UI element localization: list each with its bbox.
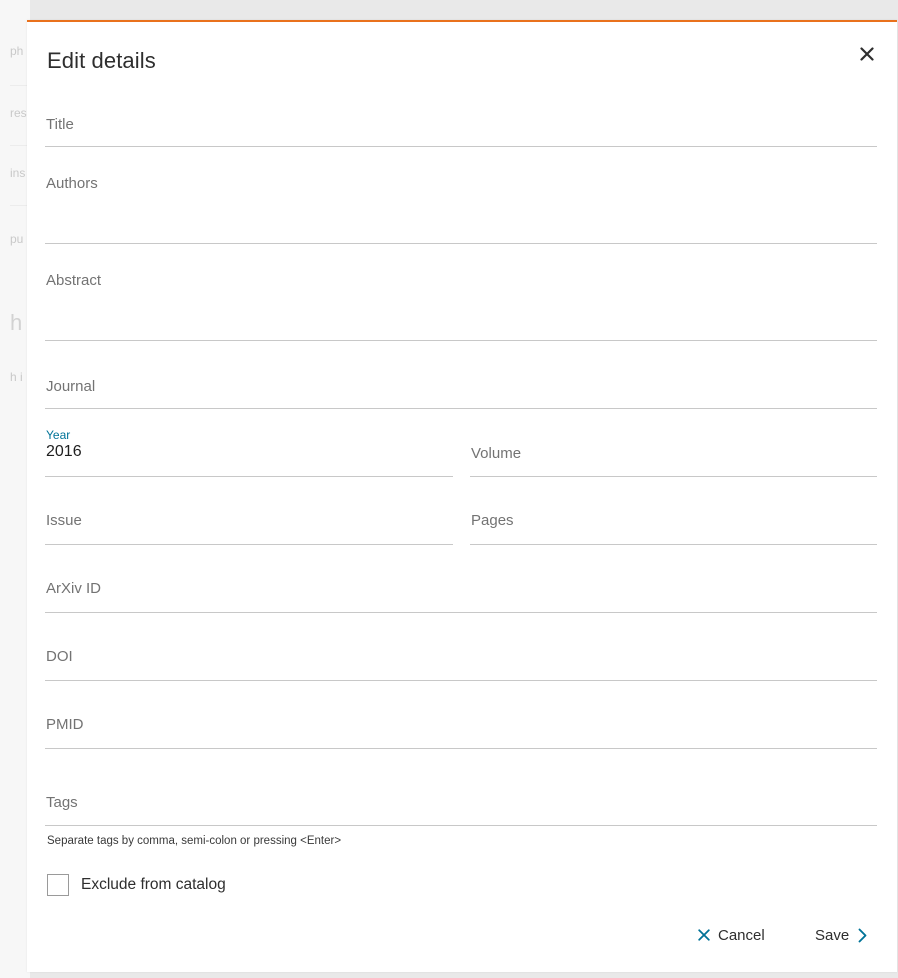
background-text: h i — [10, 370, 23, 384]
close-icon — [698, 929, 710, 941]
issue-placeholder: Issue — [46, 512, 82, 529]
arxiv-id-field[interactable]: ArXiv ID — [45, 568, 877, 613]
year-field[interactable]: Year 2016 — [45, 425, 453, 477]
background-text: ins — [10, 166, 26, 180]
exclude-from-catalog-option[interactable]: Exclude from catalog — [47, 873, 226, 897]
pages-placeholder: Pages — [471, 512, 514, 529]
cancel-label: Cancel — [718, 926, 765, 944]
journal-field[interactable]: Journal — [45, 364, 877, 409]
tags-hint: Separate tags by comma, semi-colon or pr… — [47, 835, 342, 847]
pages-field[interactable]: Pages — [470, 500, 877, 545]
tags-field[interactable]: Tags — [45, 780, 877, 826]
cancel-button[interactable]: Cancel — [698, 924, 765, 946]
volume-field[interactable]: Volume — [470, 425, 877, 477]
authors-placeholder: Authors — [46, 175, 98, 192]
abstract-field[interactable]: Abstract — [45, 262, 877, 341]
close-button[interactable] — [857, 44, 877, 64]
background-page: ph res ins pu h h i — [0, 0, 30, 978]
year-label: Year — [46, 428, 71, 442]
background-text: ph — [10, 44, 24, 58]
pmid-placeholder: PMID — [46, 716, 84, 733]
edit-details-dialog: Edit details Title Authors Abstract Jour… — [27, 20, 897, 972]
tags-placeholder: Tags — [46, 794, 78, 811]
journal-placeholder: Journal — [46, 378, 96, 395]
pmid-field[interactable]: PMID — [45, 704, 877, 749]
dialog-title: Edit details — [47, 48, 156, 73]
save-button[interactable]: Save — [815, 924, 867, 946]
volume-placeholder: Volume — [471, 445, 522, 462]
issue-field[interactable]: Issue — [45, 500, 453, 545]
arxiv-id-placeholder: ArXiv ID — [46, 580, 102, 597]
exclude-from-catalog-label: Exclude from catalog — [81, 876, 226, 893]
background-text: pu — [10, 232, 24, 246]
background-text: res — [10, 106, 27, 120]
background-heading: h — [10, 310, 23, 335]
abstract-placeholder: Abstract — [46, 272, 102, 289]
save-label: Save — [815, 926, 850, 944]
doi-field[interactable]: DOI — [45, 636, 877, 681]
authors-field[interactable]: Authors — [45, 165, 877, 244]
year-value: 2016 — [46, 443, 82, 460]
doi-placeholder: DOI — [46, 648, 73, 665]
close-icon — [860, 47, 874, 61]
chevron-right-icon — [858, 928, 867, 942]
title-field[interactable]: Title — [45, 104, 877, 147]
title-placeholder: Title — [46, 116, 74, 133]
exclude-from-catalog-checkbox[interactable] — [47, 874, 69, 896]
